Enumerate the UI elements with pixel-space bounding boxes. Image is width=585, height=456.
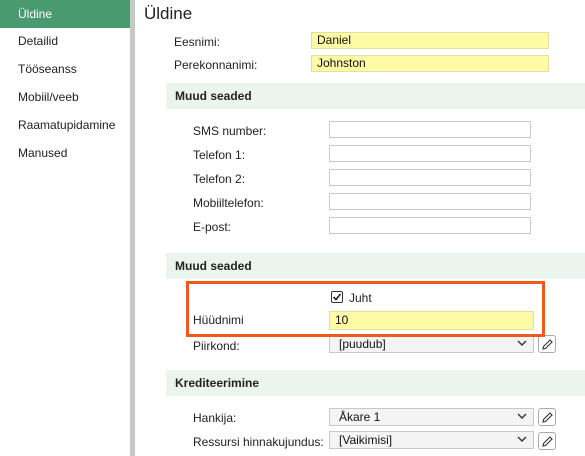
region-select-value: [puudub] (339, 337, 386, 351)
section-header-other-settings-1: Muud seaded (166, 83, 585, 109)
region-edit-button[interactable] (538, 335, 556, 353)
page-title: Üldine (144, 4, 193, 23)
section-title: Muud seaded (175, 89, 252, 103)
region-label: Piirkond: (193, 339, 240, 353)
mobile-phone-field[interactable] (329, 193, 531, 210)
region-select[interactable]: [puudub] (329, 335, 534, 353)
pricing-label: Ressursi hinnakujundus: (193, 435, 324, 449)
section-header-crediting: Krediteerimine (166, 370, 585, 396)
sms-number-field[interactable] (329, 121, 531, 138)
mobile-label: Mobiiltelefon: (193, 196, 264, 210)
supplier-select-value: Åkare 1 (339, 410, 381, 424)
last-name-field[interactable]: Johnston (311, 55, 549, 72)
sidebar-item-yldine[interactable]: Üldine (0, 0, 130, 28)
sidebar-item-manused[interactable]: Manused (0, 141, 130, 165)
supplier-edit-button[interactable] (538, 408, 556, 426)
section-title: Krediteerimine (175, 376, 260, 390)
pricing-select[interactable]: [Vaikimisi] (329, 431, 534, 449)
supplier-select[interactable]: Åkare 1 (329, 408, 534, 426)
chevron-down-icon (517, 436, 527, 442)
sms-label: SMS number: (193, 124, 267, 138)
pencil-icon (542, 412, 553, 423)
section-header-other-settings-2: Muud seaded (166, 253, 585, 279)
sidebar-item-tooseanss[interactable]: Tööseanss (0, 57, 130, 81)
supplier-label: Hankija: (193, 411, 237, 425)
chevron-down-icon (517, 340, 527, 346)
pricing-edit-button[interactable] (538, 432, 556, 450)
last-name-label: Perekonnanimi: (174, 58, 258, 72)
phone1-label: Telefon 1: (193, 148, 246, 162)
highlight-box (186, 281, 545, 337)
sidebar-item-raamatupidamine[interactable]: Raamatupidamine (0, 113, 130, 137)
phone2-field[interactable] (329, 169, 531, 186)
first-name-field[interactable]: Daniel (311, 32, 549, 49)
email-field[interactable] (329, 217, 531, 234)
pencil-icon (542, 339, 553, 350)
pencil-icon (542, 436, 553, 447)
pricing-select-value: [Vaikimisi] (339, 433, 393, 447)
sidebar-item-detailid[interactable]: Detailid (0, 29, 130, 53)
section-title: Muud seaded (175, 259, 252, 273)
email-label: E-post: (193, 220, 232, 234)
phone1-field[interactable] (329, 145, 531, 162)
sidebar-item-mobiil-veeb[interactable]: Mobiil/veeb (0, 85, 130, 109)
phone2-label: Telefon 2: (193, 172, 246, 186)
sidebar: Üldine Detailid Tööseanss Mobiil/veeb Ra… (0, 0, 130, 456)
chevron-down-icon (517, 413, 527, 419)
sidebar-divider[interactable] (130, 0, 135, 456)
first-name-label: Eesnimi: (174, 35, 221, 49)
